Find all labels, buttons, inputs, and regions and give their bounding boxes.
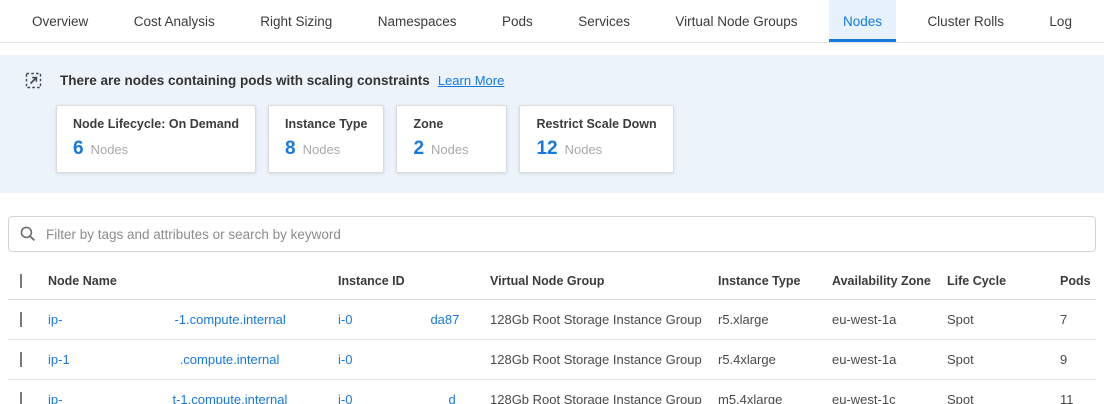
card-value: 2 bbox=[413, 138, 424, 160]
life-cycle: Spot bbox=[947, 392, 1060, 404]
tab-cluster-rolls[interactable]: Cluster Rolls bbox=[913, 0, 1018, 42]
instance-id: i-0d bbox=[338, 392, 490, 404]
availability-zone: eu-west-1a bbox=[832, 352, 947, 367]
node-name-link[interactable]: ip-t-1.compute.internal bbox=[48, 392, 338, 404]
search-input[interactable] bbox=[46, 227, 1085, 242]
table-row[interactable]: ip--1.compute.internal i-0da87 128Gb Roo… bbox=[8, 300, 1096, 340]
col-header-availability-zone[interactable]: Availability Zone bbox=[832, 274, 947, 288]
card-title: Instance Type bbox=[285, 117, 367, 131]
col-header-node-name[interactable]: Node Name bbox=[48, 274, 338, 288]
card-node-lifecycle-on-demand[interactable]: Node Lifecycle: On Demand 6 Nodes bbox=[56, 105, 256, 173]
card-instance-type[interactable]: Instance Type 8 Nodes bbox=[268, 105, 384, 173]
row-checkbox[interactable] bbox=[20, 352, 22, 367]
tab-right-sizing[interactable]: Right Sizing bbox=[246, 0, 346, 42]
instance-type: m5.4xlarge bbox=[718, 392, 832, 404]
virtual-node-group: 128Gb Root Storage Instance Group bbox=[490, 312, 718, 327]
life-cycle: Spot bbox=[947, 352, 1060, 367]
tab-virtual-node-groups[interactable]: Virtual Node Groups bbox=[661, 0, 811, 42]
table-row[interactable]: ip-1.compute.internal i-0 128Gb Root Sto… bbox=[8, 340, 1096, 380]
pods-count: 9 bbox=[1060, 352, 1096, 367]
instance-type: r5.4xlarge bbox=[718, 352, 832, 367]
constraint-summary-cards: Node Lifecycle: On Demand 6 Nodes Instan… bbox=[56, 105, 1080, 173]
card-title: Zone bbox=[413, 117, 490, 131]
card-unit: Nodes bbox=[565, 142, 603, 157]
availability-zone: eu-west-1c bbox=[832, 392, 947, 404]
instance-id: i-0 bbox=[338, 352, 490, 368]
table-header-row: Node Name Instance ID Virtual Node Group… bbox=[8, 262, 1096, 300]
card-title: Restrict Scale Down bbox=[536, 117, 656, 131]
card-unit: Nodes bbox=[431, 142, 469, 157]
tab-services[interactable]: Services bbox=[564, 0, 644, 42]
virtual-node-group: 128Gb Root Storage Instance Group bbox=[490, 352, 718, 367]
card-value: 8 bbox=[285, 138, 296, 160]
scaling-constraints-panel: There are nodes containing pods with sca… bbox=[0, 55, 1104, 193]
card-unit: Nodes bbox=[91, 142, 129, 157]
cluster-tab-bar: Overview Cost Analysis Right Sizing Name… bbox=[0, 0, 1104, 43]
banner-message: There are nodes containing pods with sca… bbox=[60, 73, 430, 88]
instance-type: r5.xlarge bbox=[718, 312, 832, 327]
col-header-instance-id[interactable]: Instance ID bbox=[338, 274, 490, 288]
node-name-link[interactable]: ip-1.compute.internal bbox=[48, 352, 338, 368]
availability-zone: eu-west-1a bbox=[832, 312, 947, 327]
tab-overview[interactable]: Overview bbox=[18, 0, 102, 42]
table-row[interactable]: ip-t-1.compute.internal i-0d 128Gb Root … bbox=[8, 380, 1096, 404]
nodes-table: Node Name Instance ID Virtual Node Group… bbox=[8, 262, 1096, 404]
row-checkbox[interactable] bbox=[20, 392, 22, 404]
card-unit: Nodes bbox=[303, 142, 341, 157]
col-header-pods[interactable]: Pods bbox=[1060, 274, 1096, 288]
select-all-checkbox[interactable] bbox=[20, 274, 22, 288]
card-zone[interactable]: Zone 2 Nodes bbox=[396, 105, 507, 173]
scale-constraint-icon bbox=[25, 72, 42, 89]
filter-search-box bbox=[8, 216, 1096, 252]
tab-cost-analysis[interactable]: Cost Analysis bbox=[120, 0, 229, 42]
learn-more-link[interactable]: Learn More bbox=[438, 73, 504, 88]
life-cycle: Spot bbox=[947, 312, 1060, 327]
virtual-node-group: 128Gb Root Storage Instance Group bbox=[490, 392, 718, 404]
card-value: 12 bbox=[536, 138, 557, 160]
col-header-life-cycle[interactable]: Life Cycle bbox=[947, 274, 1060, 288]
tab-pods[interactable]: Pods bbox=[488, 0, 547, 42]
card-restrict-scale-down[interactable]: Restrict Scale Down 12 Nodes bbox=[519, 105, 673, 173]
tab-namespaces[interactable]: Namespaces bbox=[364, 0, 471, 42]
tab-nodes[interactable]: Nodes bbox=[829, 0, 896, 42]
card-value: 6 bbox=[73, 138, 84, 160]
card-title: Node Lifecycle: On Demand bbox=[73, 117, 239, 131]
col-header-virtual-node-group[interactable]: Virtual Node Group bbox=[490, 274, 718, 288]
instance-id: i-0da87 bbox=[338, 312, 490, 328]
pods-count: 7 bbox=[1060, 312, 1096, 327]
pods-count: 11 bbox=[1060, 392, 1096, 404]
node-name-link[interactable]: ip--1.compute.internal bbox=[48, 312, 338, 328]
row-checkbox[interactable] bbox=[20, 312, 22, 327]
tab-log[interactable]: Log bbox=[1035, 0, 1086, 42]
col-header-instance-type[interactable]: Instance Type bbox=[718, 274, 832, 288]
search-icon bbox=[19, 225, 37, 243]
scaling-constraints-banner: There are nodes containing pods with sca… bbox=[25, 72, 1080, 89]
